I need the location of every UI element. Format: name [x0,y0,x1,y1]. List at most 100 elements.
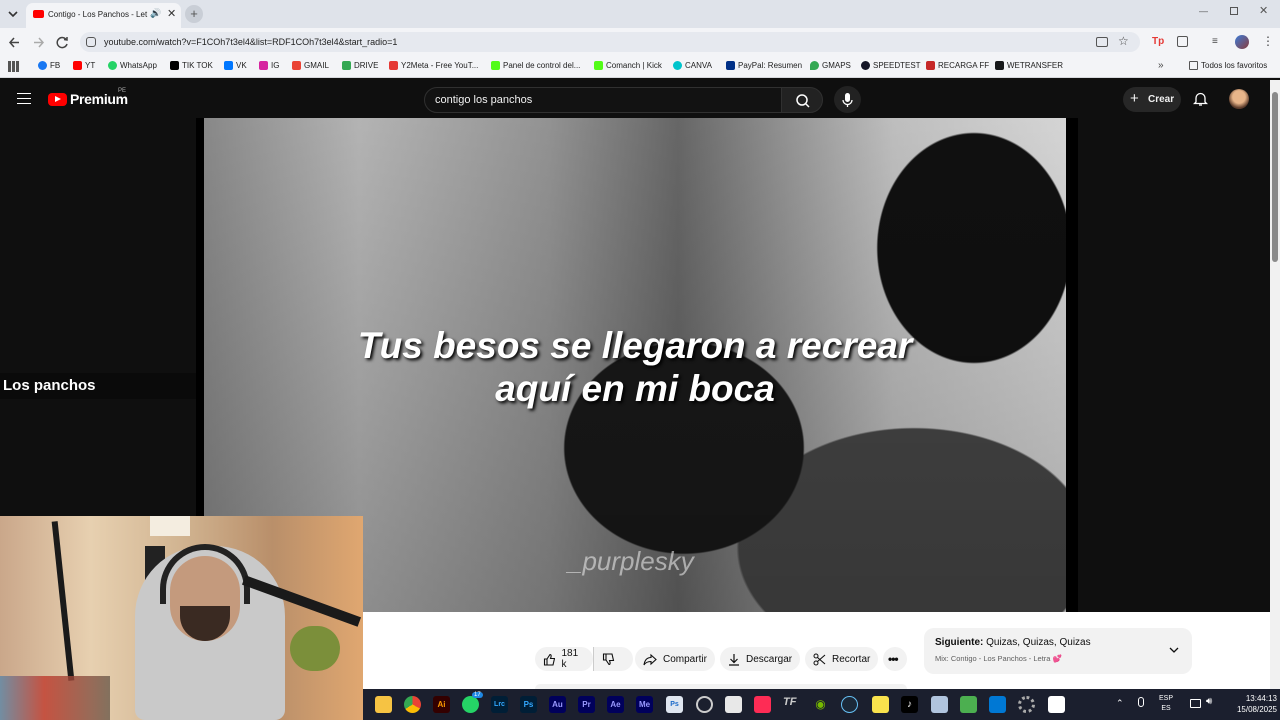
download-button[interactable]: Descargar [720,647,801,671]
chapter-title: Los panchos [0,373,196,399]
menu-kebab-icon[interactable]: ⋮ [1262,34,1274,48]
youtube-icon [73,61,82,70]
media-control-icon[interactable]: ≡ [1212,36,1218,47]
create-button[interactable]: + Crear [1123,87,1181,112]
bookmark-recarga[interactable]: RECARGA FF [926,61,989,70]
file-explorer-icon[interactable] [375,696,392,713]
site-info-icon[interactable] [86,37,96,47]
more-bookmarks-icon[interactable]: » [1158,60,1164,71]
bookmark-whatsapp[interactable]: WhatsApp [108,61,157,70]
reload-button[interactable] [56,36,69,49]
thumbs-up-icon [543,653,556,666]
search-button[interactable] [781,87,823,113]
facebook-icon [38,61,47,70]
photoshop-icon[interactable]: Ps [520,696,537,713]
speaker-icon[interactable]: 🔊 [150,8,161,19]
tab-list-dropdown[interactable] [6,7,20,21]
bookmark-kick-comanch[interactable]: Comanch | Kick [594,61,662,70]
bookmark-canva[interactable]: CANVA [673,61,712,70]
illustrator-icon[interactable]: Ai [433,696,450,713]
minimize-button[interactable]: — [1199,6,1208,16]
microphone-tray-icon[interactable] [1138,697,1144,707]
url-box[interactable]: youtube.com/watch?v=F1COh7t3el4&list=RDF… [80,32,1140,52]
up-next-panel[interactable]: Siguiente: Quizas, Quizas, Quizas Mix: C… [924,628,1192,674]
bookmark-star-icon[interactable]: ☆ [1118,34,1129,48]
bookmark-paypal[interactable]: PayPal: Resumen [726,61,802,70]
up-next-label: Siguiente: [935,637,984,648]
bookmark-fb[interactable]: FB [38,61,60,70]
account-avatar[interactable] [1229,89,1249,109]
bookmark-drive[interactable]: DRIVE [342,61,378,70]
install-app-icon[interactable] [1096,37,1108,47]
outlook-icon[interactable] [989,696,1006,713]
close-tab-icon[interactable]: ✕ [167,7,176,20]
youtube-logo[interactable]: Premium [48,91,128,107]
bookmark-wetransfer[interactable]: WETRANSFER [995,61,1063,70]
profile-avatar[interactable] [1235,35,1249,49]
instagram-icon [259,61,268,70]
bookmark-kick-panel[interactable]: Panel de control del... [491,61,580,70]
audition-icon[interactable]: Au [549,696,566,713]
expand-playlist-button[interactable] [1168,644,1180,656]
extensions-puzzle-icon[interactable] [1177,36,1188,47]
bookmark-speedtest[interactable]: SPEEDTEST [861,61,921,70]
steam-icon[interactable] [841,696,858,713]
bookmark-y2meta[interactable]: Y2Meta - Free YouT... [389,61,478,70]
bookmark-gmaps[interactable]: GMAPS [810,61,851,70]
media-encoder-icon[interactable]: Me [636,696,653,713]
spreadsheet-icon[interactable] [931,696,948,713]
bookmark-ig[interactable]: IG [259,61,279,70]
forward-button[interactable] [32,36,45,49]
back-button[interactable] [8,36,21,49]
bookmark-gmail[interactable]: GMAIL [292,61,329,70]
whatsapp-icon [108,61,117,70]
sticky-notes-icon[interactable] [872,696,889,713]
voice-search-button[interactable] [834,86,861,113]
nvidia-icon[interactable]: ◉ [812,696,829,713]
bookmark-tiktok[interactable]: TIK TOK [170,61,213,70]
new-tab-button[interactable]: + [185,5,203,23]
tiktok-live-icon[interactable] [754,696,771,713]
tiktok-icon[interactable]: ♪ [901,696,918,713]
maximize-button[interactable] [1230,7,1238,15]
show-hidden-icons-chevron[interactable]: ⌃ [1116,698,1124,709]
language-indicator[interactable]: ESP ES [1159,694,1173,714]
bookmark-vk[interactable]: VK [224,61,247,70]
capcut-icon[interactable] [1048,696,1065,713]
whatsapp-taskbar-icon[interactable] [462,696,479,713]
notifications-button[interactable] [1193,91,1208,107]
share-button[interactable]: Compartir [635,647,715,671]
like-button[interactable]: 181 k [535,647,593,671]
settings-gear-icon[interactable] [1018,696,1035,713]
active-tab[interactable]: Contigo - Los Panchos - Let 🔊 ✕ [26,3,181,28]
network-icon[interactable] [1190,699,1201,708]
photoshop-file-icon[interactable]: Ps [666,696,683,713]
tiktok-icon [170,61,179,70]
url-text[interactable]: youtube.com/watch?v=F1COh7t3el4&list=RDF… [104,37,397,47]
reload-icon [56,36,68,49]
plush-toy [290,626,340,671]
hamburger-menu-icon[interactable] [17,93,31,104]
wetransfer-icon [995,61,1004,70]
after-effects-icon[interactable]: Ae [607,696,624,713]
bookmark-yt[interactable]: YT [73,61,95,70]
all-favorites-folder[interactable]: Todos los favoritos [1189,61,1267,70]
apps-grid-icon[interactable] [8,61,19,72]
calculator-icon[interactable] [725,696,742,713]
extension-red-icon[interactable]: Tp [1152,36,1164,47]
more-actions-button[interactable]: ••• [883,647,907,671]
photos-icon[interactable] [960,696,977,713]
system-clock[interactable]: 13:44:13 15/08/2025 [1225,693,1277,715]
lightroom-classic-icon[interactable]: Lrc [491,696,508,713]
steam-helper-icon[interactable] [696,696,713,713]
close-window-button[interactable]: ✕ [1259,4,1268,17]
tf-app-icon[interactable]: TF [783,696,800,713]
dislike-button[interactable] [593,647,633,671]
volume-icon[interactable]: 🔊︎ [1206,696,1212,707]
search-input[interactable]: contigo los panchos [424,87,782,113]
scrollbar-thumb[interactable] [1272,92,1278,262]
chrome-icon[interactable] [404,696,421,713]
clip-button[interactable]: Recortar [805,647,879,671]
windows-taskbar: Ai 17 Lrc Ps Au Pr Ae Me Ps TF ◉ ♪ ⌃ ESP… [363,689,1280,720]
premiere-icon[interactable]: Pr [578,696,595,713]
